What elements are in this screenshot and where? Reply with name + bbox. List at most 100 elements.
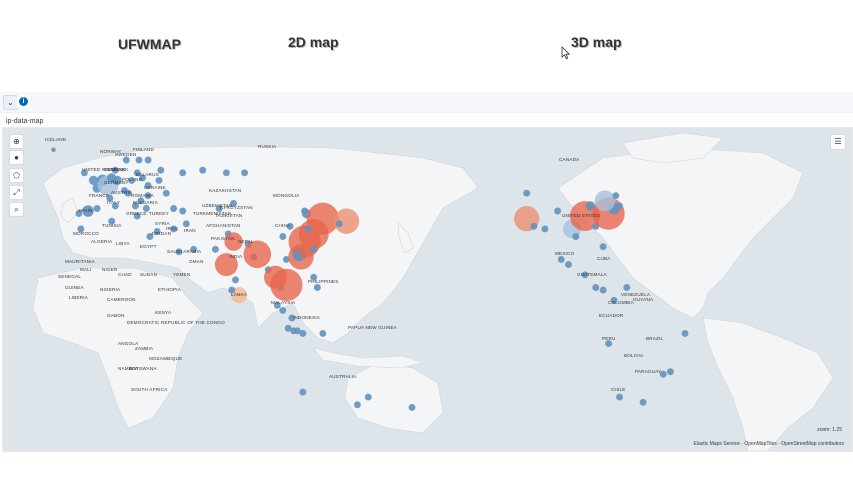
ip-point[interactable] — [304, 225, 312, 233]
ip-point[interactable] — [122, 156, 130, 164]
country-label: Paraguay — [635, 369, 662, 374]
ip-point[interactable] — [623, 284, 631, 291]
ip-point[interactable] — [299, 388, 307, 396]
landmass-australia — [344, 362, 444, 434]
country-label: Mongolia — [273, 193, 300, 198]
zoom-out-button[interactable]: ● — [9, 150, 24, 165]
nav-ufwmap-link[interactable]: UFWMAP — [118, 36, 181, 52]
country-label: Finland — [133, 147, 155, 152]
country-label: Nepal — [238, 239, 254, 244]
ip-point[interactable] — [144, 156, 152, 164]
country-label: Greece — [126, 211, 147, 216]
ip-point[interactable] — [293, 250, 301, 258]
ip-point[interactable] — [319, 329, 327, 337]
ip-point[interactable] — [232, 276, 239, 284]
ip-point[interactable] — [241, 169, 249, 177]
ip-point[interactable] — [243, 240, 272, 269]
country-label: Libya — [116, 241, 130, 246]
country-label: Mozambique — [149, 356, 183, 361]
country-label: Botswana — [129, 366, 157, 371]
country-label: Morocco — [73, 231, 99, 236]
ip-point[interactable] — [605, 340, 613, 348]
ip-point[interactable] — [599, 243, 607, 251]
info-button[interactable]: i — [17, 95, 30, 108]
attribution-osm-link[interactable]: OpenStreetMap contributors — [781, 441, 844, 447]
measure-button[interactable]: ⌕ — [9, 202, 24, 217]
country-label: Romania — [131, 193, 154, 198]
country-label: Afghanistan — [206, 223, 241, 228]
ip-point[interactable] — [310, 245, 318, 253]
ip-point[interactable] — [179, 169, 187, 177]
ip-point[interactable] — [364, 393, 372, 401]
country-label: Kyrgyzstan — [220, 205, 253, 210]
fit-bounds-button[interactable]: ⤢ — [9, 185, 24, 200]
country-label: Ecuador — [599, 313, 624, 318]
ip-point[interactable] — [301, 207, 309, 215]
ip-point[interactable] — [222, 169, 230, 177]
attribution-service-link[interactable]: Elastic Maps Service — [694, 441, 740, 447]
draw-shape-button[interactable]: ⬠ — [9, 168, 24, 183]
ip-point[interactable] — [135, 156, 143, 164]
country-label: Nigeria — [100, 287, 121, 292]
country-label: Kazakhstan — [209, 188, 242, 193]
ip-point[interactable] — [270, 268, 303, 301]
ip-point[interactable] — [530, 222, 538, 230]
ip-point[interactable] — [353, 401, 361, 409]
ip-point[interactable] — [616, 393, 623, 401]
country-label: Malaysia — [271, 300, 296, 305]
layer-control-button[interactable]: ☰ — [830, 134, 846, 150]
country-label: Bulgaria — [133, 200, 158, 205]
country-label: Zambia — [135, 346, 154, 351]
collapse-button[interactable]: ⌄ — [3, 95, 18, 110]
ip-point[interactable] — [523, 189, 531, 197]
world-map[interactable]: ⊕ ● ⬠ ⤢ ⌕ ☰ Iceland Norway Sweden Finland Ru… — [2, 127, 853, 452]
country-label: Democratic Republic of the Congo — [127, 320, 225, 325]
ip-point[interactable] — [199, 166, 207, 174]
ip-point[interactable] — [182, 220, 190, 228]
zoom-in-button[interactable]: ⊕ — [9, 134, 24, 149]
country-label: South Africa — [131, 387, 168, 392]
ip-point[interactable] — [93, 205, 101, 212]
ip-point[interactable] — [592, 284, 600, 291]
ip-point[interactable] — [179, 207, 187, 215]
ip-point[interactable] — [594, 190, 616, 212]
country-label: Tajikistan — [215, 213, 243, 218]
ip-point[interactable] — [681, 329, 689, 337]
ip-point[interactable] — [616, 202, 623, 210]
country-label: Italy — [107, 200, 121, 205]
attribution-tiles-link[interactable]: OpenMapTiles — [744, 441, 776, 447]
ip-point[interactable] — [162, 189, 170, 197]
ip-point[interactable] — [554, 207, 562, 215]
ip-point[interactable] — [666, 368, 674, 376]
country-label: Germany — [104, 180, 129, 185]
country-label: Australia — [329, 374, 357, 379]
ip-point[interactable] — [299, 329, 307, 337]
ip-point[interactable] — [155, 176, 163, 184]
ip-point[interactable] — [279, 233, 287, 240]
ip-point[interactable] — [211, 245, 219, 253]
nav-2d-map-link[interactable]: 2D map — [288, 34, 339, 50]
ip-point[interactable] — [313, 284, 321, 291]
country-label: Guatemala — [577, 272, 607, 277]
country-label: Cameroon — [107, 297, 136, 302]
country-label: India — [229, 254, 243, 259]
country-label: Gabon — [107, 313, 125, 318]
ip-point[interactable] — [557, 255, 565, 263]
ip-point[interactable] — [279, 306, 287, 314]
info-icon: i — [19, 97, 28, 106]
country-label: Iceland — [45, 137, 67, 142]
ip-point[interactable] — [541, 225, 549, 233]
ip-point[interactable] — [612, 192, 620, 200]
ip-point[interactable] — [599, 286, 607, 294]
ip-point[interactable] — [565, 261, 572, 269]
ip-point[interactable] — [572, 233, 580, 240]
ip-point[interactable] — [290, 327, 298, 335]
nav-3d-map-link[interactable]: 3D map — [571, 34, 622, 50]
country-label: France — [89, 193, 110, 198]
ip-point[interactable] — [335, 220, 343, 228]
country-label: Papua New Guinea — [348, 325, 398, 330]
ip-point[interactable] — [51, 147, 56, 153]
ip-point[interactable] — [408, 403, 416, 411]
ip-point[interactable] — [639, 398, 647, 406]
ip-point[interactable] — [170, 205, 178, 212]
